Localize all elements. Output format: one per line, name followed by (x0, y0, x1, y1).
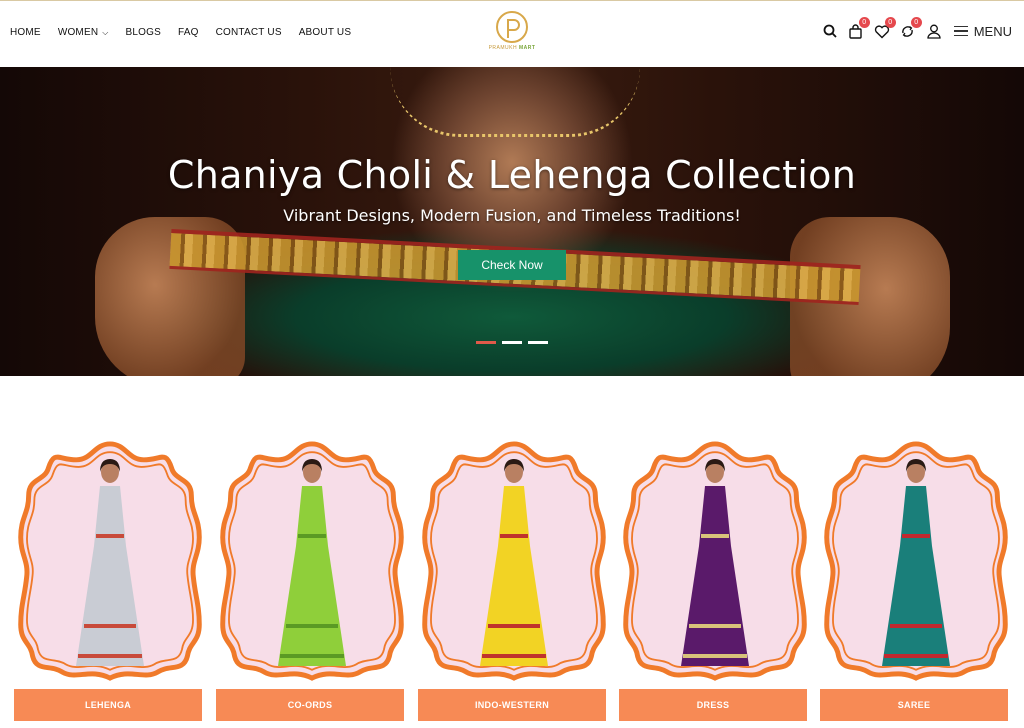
cart-icon[interactable]: 0 (848, 17, 870, 39)
nav-blogs[interactable]: BLOGS (126, 27, 161, 38)
slider-dot-1[interactable] (476, 341, 496, 344)
user-account-icon[interactable] (926, 23, 942, 39)
wishlist-count-badge: 0 (884, 17, 896, 28)
main-nav: HOME WOMEN ⌵ BLOGS FAQ CONTACT US ABOUT U… (10, 27, 368, 38)
category-label: DRESS (619, 689, 807, 721)
nav-women[interactable]: WOMEN ⌵ (58, 27, 109, 38)
nav-home[interactable]: HOME (10, 27, 41, 38)
category-card-lehenga[interactable]: LEHENGA (14, 438, 204, 722)
menu-button[interactable]: MENU (953, 23, 1012, 39)
nav-women-label: WOMEN (57, 27, 99, 38)
model-figure-icon (76, 459, 144, 666)
compare-count-badge: 0 (910, 17, 922, 28)
model-figure-icon (480, 459, 548, 666)
nav-faq-label: FAQ (178, 27, 199, 38)
figure-outfit (882, 486, 950, 666)
category-label: SAREE (820, 689, 1008, 721)
cart-count-badge: 0 (858, 17, 870, 28)
category-label: CO-ORDS (216, 689, 404, 721)
category-label: INDO-WESTERN (418, 689, 606, 721)
category-card-dress[interactable]: DRESS (619, 438, 809, 722)
nav-contact-label: CONTACT US (215, 27, 282, 38)
hamburger-icon (953, 26, 968, 36)
category-image (272, 456, 352, 674)
hero-jewelry-decor (390, 67, 640, 137)
hero-slider: Chaniya Choli & Lehenga Collection Vibra… (0, 67, 1024, 376)
nav-about-label: ABOUT US (298, 27, 352, 38)
site-header: HOME WOMEN ⌵ BLOGS FAQ CONTACT US ABOUT U… (0, 1, 1024, 67)
logo-wordmark: PRAMUKH MART (488, 45, 536, 51)
category-grid: LEHENGA CO-ORDS INDO-WESTERN DRESS SAREE (0, 376, 1024, 728)
figure-outfit (681, 486, 749, 666)
model-figure-icon (882, 459, 950, 666)
figure-outfit (76, 486, 144, 666)
category-card-indo-western[interactable]: INDO-WESTERN (418, 438, 608, 722)
nav-blogs-label: BLOGS (125, 27, 161, 38)
category-label: LEHENGA (14, 689, 202, 721)
header-icons: 0 0 0 MENU (812, 17, 1012, 39)
check-now-button[interactable]: Check Now (458, 250, 566, 280)
compare-icon[interactable]: 0 (900, 17, 922, 39)
chevron-down-icon: ⌵ (102, 27, 109, 37)
category-image (474, 456, 554, 674)
wishlist-heart-icon[interactable]: 0 (874, 17, 896, 39)
category-image (70, 456, 150, 674)
category-image (876, 456, 956, 674)
slider-dot-2[interactable] (502, 341, 522, 344)
nav-home-label: HOME (10, 27, 41, 38)
model-figure-icon (681, 459, 749, 666)
search-icon[interactable] (822, 23, 838, 39)
nav-contact-us[interactable]: CONTACT US (216, 27, 282, 38)
model-figure-icon (278, 459, 346, 666)
hero-subtitle: Vibrant Designs, Modern Fusion, and Time… (283, 206, 741, 225)
nav-faq[interactable]: FAQ (178, 27, 199, 38)
figure-outfit (278, 486, 346, 666)
category-card-co-ords[interactable]: CO-ORDS (216, 438, 406, 722)
hero-title: Chaniya Choli & Lehenga Collection (167, 153, 857, 197)
category-image (675, 456, 755, 674)
nav-about-us[interactable]: ABOUT US (299, 27, 352, 38)
slider-dot-3[interactable] (528, 341, 548, 344)
menu-label: MENU (973, 23, 1012, 39)
category-card-saree[interactable]: SAREE (820, 438, 1010, 722)
slider-dots (476, 341, 554, 344)
logo-mark-icon (496, 11, 528, 43)
site-logo[interactable]: PRAMUKH MART (486, 10, 538, 56)
figure-outfit (480, 486, 548, 666)
